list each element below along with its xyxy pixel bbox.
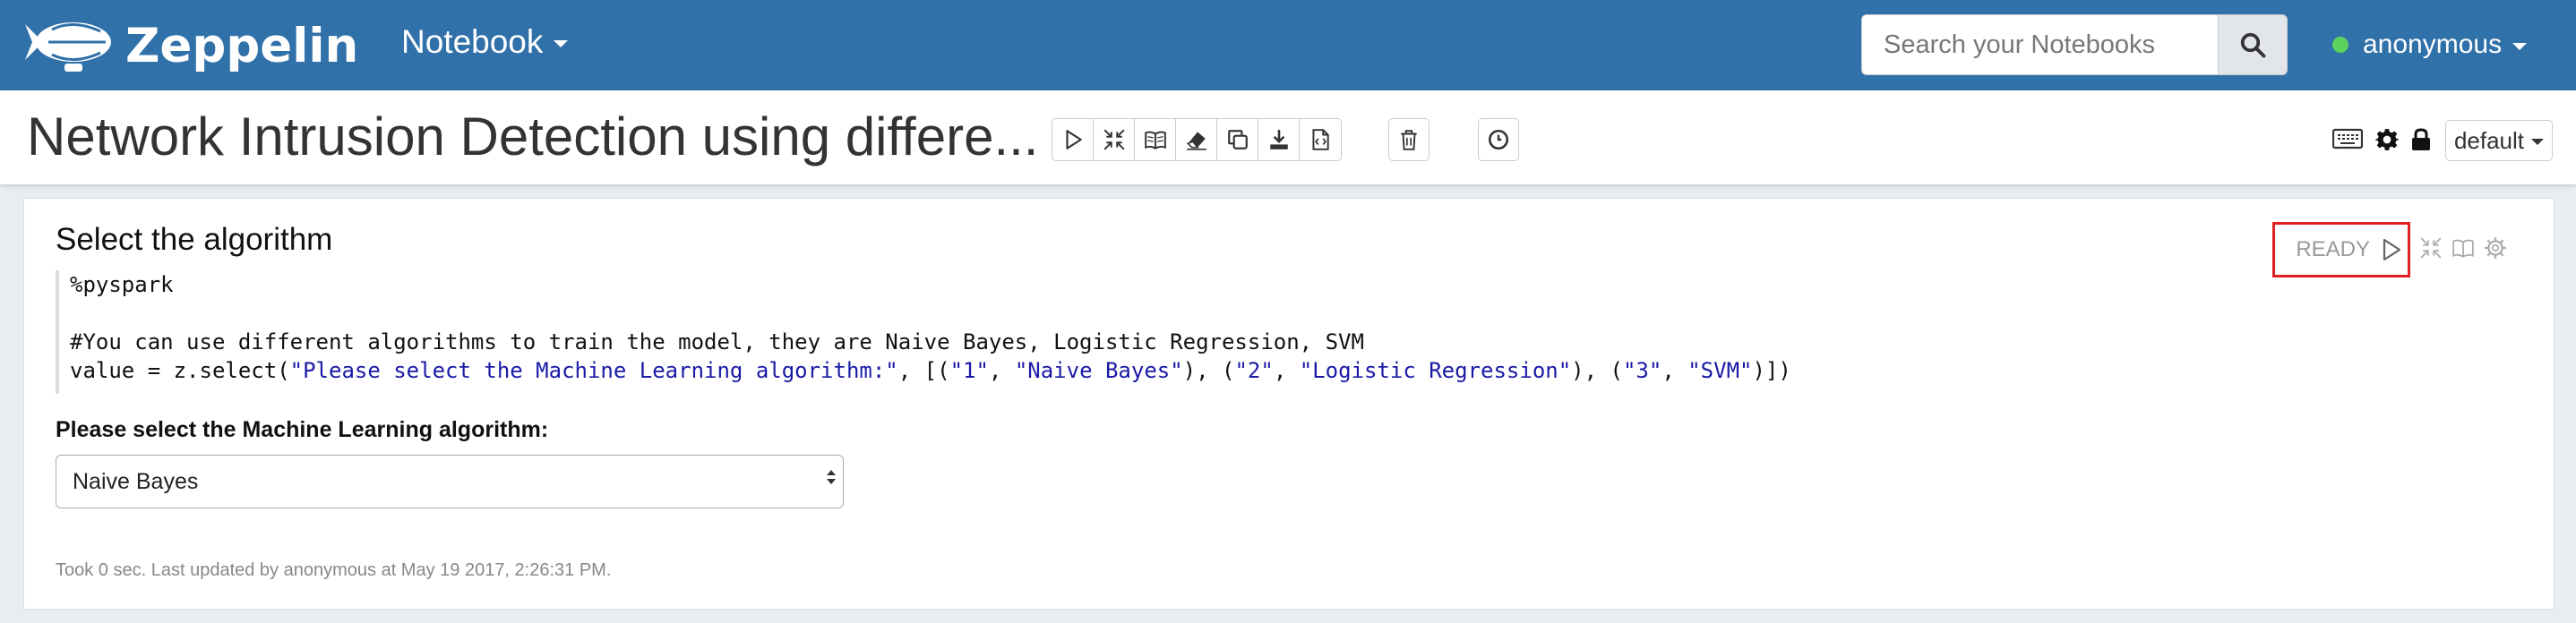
run-paragraph-icon[interactable]: [2381, 237, 2402, 262]
keyboard-icon: [2331, 128, 2364, 149]
paragraph-settings-button[interactable]: [2484, 236, 2507, 264]
code-token: ,: [1273, 358, 1300, 383]
code-string: "1": [949, 358, 989, 383]
code-string: "Logistic Regression": [1299, 358, 1572, 383]
code-string: "Please select the Machine Learning algo…: [289, 358, 898, 383]
paragraph-title[interactable]: Select the algorithm: [56, 222, 332, 258]
paragraph-status: READY: [2296, 237, 2370, 261]
dynamic-form-label: Please select the Machine Learning algor…: [56, 417, 549, 442]
search-button[interactable]: [2218, 14, 2288, 75]
download-icon: [1269, 130, 1288, 149]
file-code-icon: [1312, 129, 1329, 150]
code-token: ,: [988, 358, 1015, 383]
code-token: )]): [1752, 358, 1791, 383]
code-token: value = z.select(: [70, 358, 290, 383]
paragraph-footer: Took 0 sec. Last updated by anonymous at…: [56, 560, 612, 580]
code-string: "Naive Bayes": [1014, 358, 1183, 383]
zeppelin-logo-icon: [25, 22, 111, 72]
note-permissions-button[interactable]: [2411, 128, 2431, 156]
interpreter-settings-button[interactable]: [2375, 128, 2399, 156]
code-editor[interactable]: %pyspark #You can use different algorith…: [56, 270, 2295, 394]
code-string: "SVM": [1687, 358, 1753, 383]
select-arrows-icon: [827, 470, 836, 484]
lock-icon: [2412, 128, 2430, 150]
brand-name: Zeppelin: [125, 18, 359, 73]
code-token: ,: [1662, 358, 1688, 383]
note-action-bar: Network Intrusion Detection using differ…: [0, 90, 2576, 184]
book-icon: [1144, 131, 1166, 149]
algorithm-select[interactable]: Naive Bayes: [56, 455, 844, 508]
schedule-button[interactable]: [1478, 118, 1519, 161]
notebook-menu[interactable]: Notebook: [401, 23, 569, 61]
notebook-menu-label: Notebook: [401, 23, 544, 60]
brand-logo[interactable]: Zeppelin: [25, 11, 358, 81]
code-line: value = z.select("Please select the Mach…: [70, 356, 2295, 385]
clear-output-button[interactable]: [1176, 119, 1217, 160]
search-form: [1861, 14, 2288, 75]
caret-down-icon: [554, 40, 569, 47]
search-input[interactable]: [1861, 14, 2218, 75]
interpreter-binding-dropdown[interactable]: default: [2445, 120, 2553, 161]
paragraph-cell: Select the algorithm READY %pyspark #You…: [23, 198, 2555, 610]
code-string: "2": [1234, 358, 1274, 383]
trash-icon: [1401, 130, 1417, 150]
note-title[interactable]: Network Intrusion Detection using differ…: [27, 106, 1038, 167]
algorithm-select-value: Naive Bayes: [73, 468, 199, 494]
delete-note-button[interactable]: [1388, 118, 1430, 161]
gear-icon: [2375, 129, 2399, 150]
hide-output-button[interactable]: [1135, 119, 1176, 160]
code-token: , [(: [897, 358, 950, 383]
hide-code-button[interactable]: [1094, 119, 1135, 160]
book-icon: [2452, 239, 2474, 258]
collapse-icon: [2420, 237, 2442, 258]
username: anonymous: [2363, 30, 2503, 59]
paragraph-controls: READY: [2272, 222, 2507, 277]
run-all-button[interactable]: [1052, 119, 1094, 160]
clock-icon: [1488, 129, 1509, 150]
caret-down-icon: [2512, 43, 2528, 50]
user-menu[interactable]: anonymous: [2332, 30, 2528, 60]
version-control-button[interactable]: [1300, 119, 1341, 160]
search-icon: [2240, 32, 2266, 58]
online-status-icon: [2332, 37, 2348, 53]
code-line: #You can use different algorithms to tra…: [70, 329, 1364, 354]
run-all-icon: [1065, 130, 1082, 149]
code-token: ), (: [1571, 358, 1623, 383]
paragraph-status-highlight: READY: [2272, 222, 2410, 277]
code-token: ), (: [1182, 358, 1235, 383]
eraser-icon: [1186, 132, 1206, 150]
code-line: %pyspark: [70, 272, 174, 297]
caret-down-icon: [2531, 139, 2545, 145]
gear-icon: [2485, 236, 2506, 259]
hide-code-icon: [1103, 129, 1125, 150]
hide-output-button[interactable]: [2451, 236, 2475, 264]
hide-editor-button[interactable]: [2419, 236, 2443, 264]
copy-icon: [1227, 130, 1248, 149]
note-toolbar: [1052, 118, 1342, 161]
clone-button[interactable]: [1217, 119, 1258, 160]
top-navbar: Zeppelin Notebook anonymous: [0, 0, 2576, 90]
code-string: "3": [1622, 358, 1662, 383]
interpreter-binding-label: default: [2453, 126, 2525, 154]
export-button[interactable]: [1258, 119, 1300, 160]
keyboard-shortcut-button[interactable]: [2331, 128, 2364, 154]
